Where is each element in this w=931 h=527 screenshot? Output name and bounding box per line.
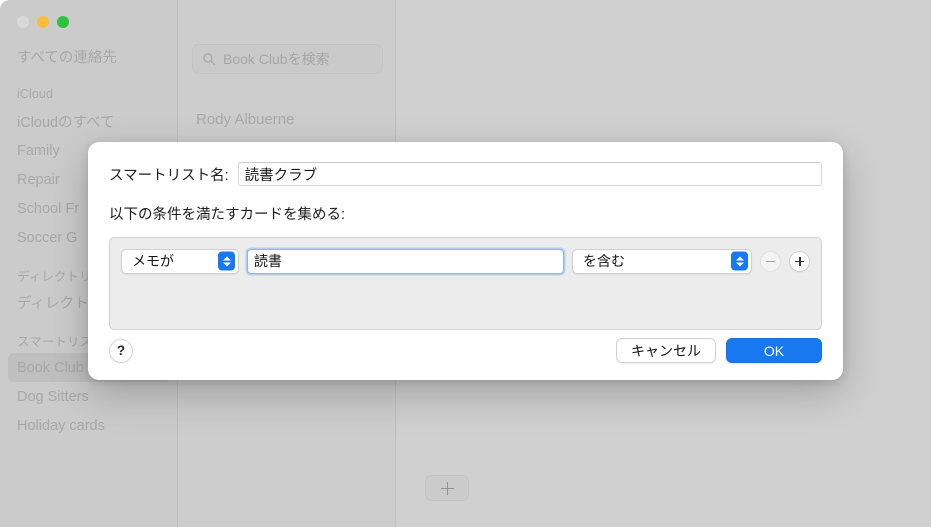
search-field[interactable]: Book Clubを検索 — [192, 44, 383, 74]
criteria-value-input[interactable] — [247, 248, 564, 274]
add-card-button[interactable] — [425, 475, 469, 501]
criteria-compare-popup-label: を含む — [583, 253, 625, 269]
sidebar-item-spacer — [0, 71, 178, 81]
search-input[interactable]: Book Clubを検索 — [223, 49, 330, 69]
dialog-body: スマートリスト名: 以下の条件を満たすカードを集める: メモが を含 — [88, 142, 843, 380]
sidebar-item-icloud[interactable]: iCloudのすべて — [0, 107, 178, 136]
ok-button[interactable]: OK — [726, 338, 822, 363]
plus-icon — [795, 256, 804, 266]
maximize-window-button[interactable] — [57, 16, 69, 28]
cancel-button[interactable]: キャンセル — [616, 338, 716, 363]
remove-criteria-button[interactable] — [760, 250, 781, 272]
criteria-row: メモが を含む — [121, 248, 810, 274]
smart-list-name-label: スマートリスト名: — [109, 167, 229, 184]
close-window-button[interactable] — [17, 16, 29, 28]
search-icon — [203, 53, 216, 66]
sidebar-item-item[interactable]: すべての連絡先 — [0, 42, 178, 71]
help-button[interactable]: ? — [109, 338, 133, 363]
criteria-compare-popup[interactable]: を含む — [572, 248, 752, 274]
sidebar-item-dog-sitters[interactable]: Dog Sitters — [0, 382, 178, 411]
dialog-footer: ? キャンセル OK — [109, 338, 822, 363]
criteria-caption: 以下の条件を満たすカードを集める: — [109, 207, 346, 223]
criteria-field-popup-label: メモが — [132, 253, 174, 269]
sidebar-item-holiday-cards[interactable]: Holiday cards — [0, 411, 178, 440]
smart-list-name-input[interactable] — [237, 162, 822, 186]
add-criteria-button[interactable] — [789, 250, 810, 272]
criteria-group-box: メモが を含む — [109, 237, 822, 330]
traffic-lights — [17, 16, 69, 28]
chevron-updown-icon — [731, 251, 748, 271]
chevron-updown-icon — [218, 251, 235, 271]
plus-icon — [440, 481, 454, 495]
app-root: すべての連絡先 iCloud iCloudのすべて Family Repair Schoo… — [0, 0, 931, 527]
minus-icon — [766, 257, 775, 266]
minimize-window-button[interactable] — [37, 16, 49, 28]
smart-list-dialog: スマートリスト名: 以下の条件を満たすカードを集める: メモが を含 — [88, 142, 843, 380]
smart-list-name-row: スマートリスト名: — [109, 162, 822, 186]
contact-list-item[interactable]: Rody Albuerne — [179, 104, 396, 134]
criteria-field-popup[interactable]: メモが — [121, 248, 239, 274]
sidebar-section-icloud: iCloud — [17, 87, 54, 101]
question-mark-icon: ? — [116, 343, 126, 358]
